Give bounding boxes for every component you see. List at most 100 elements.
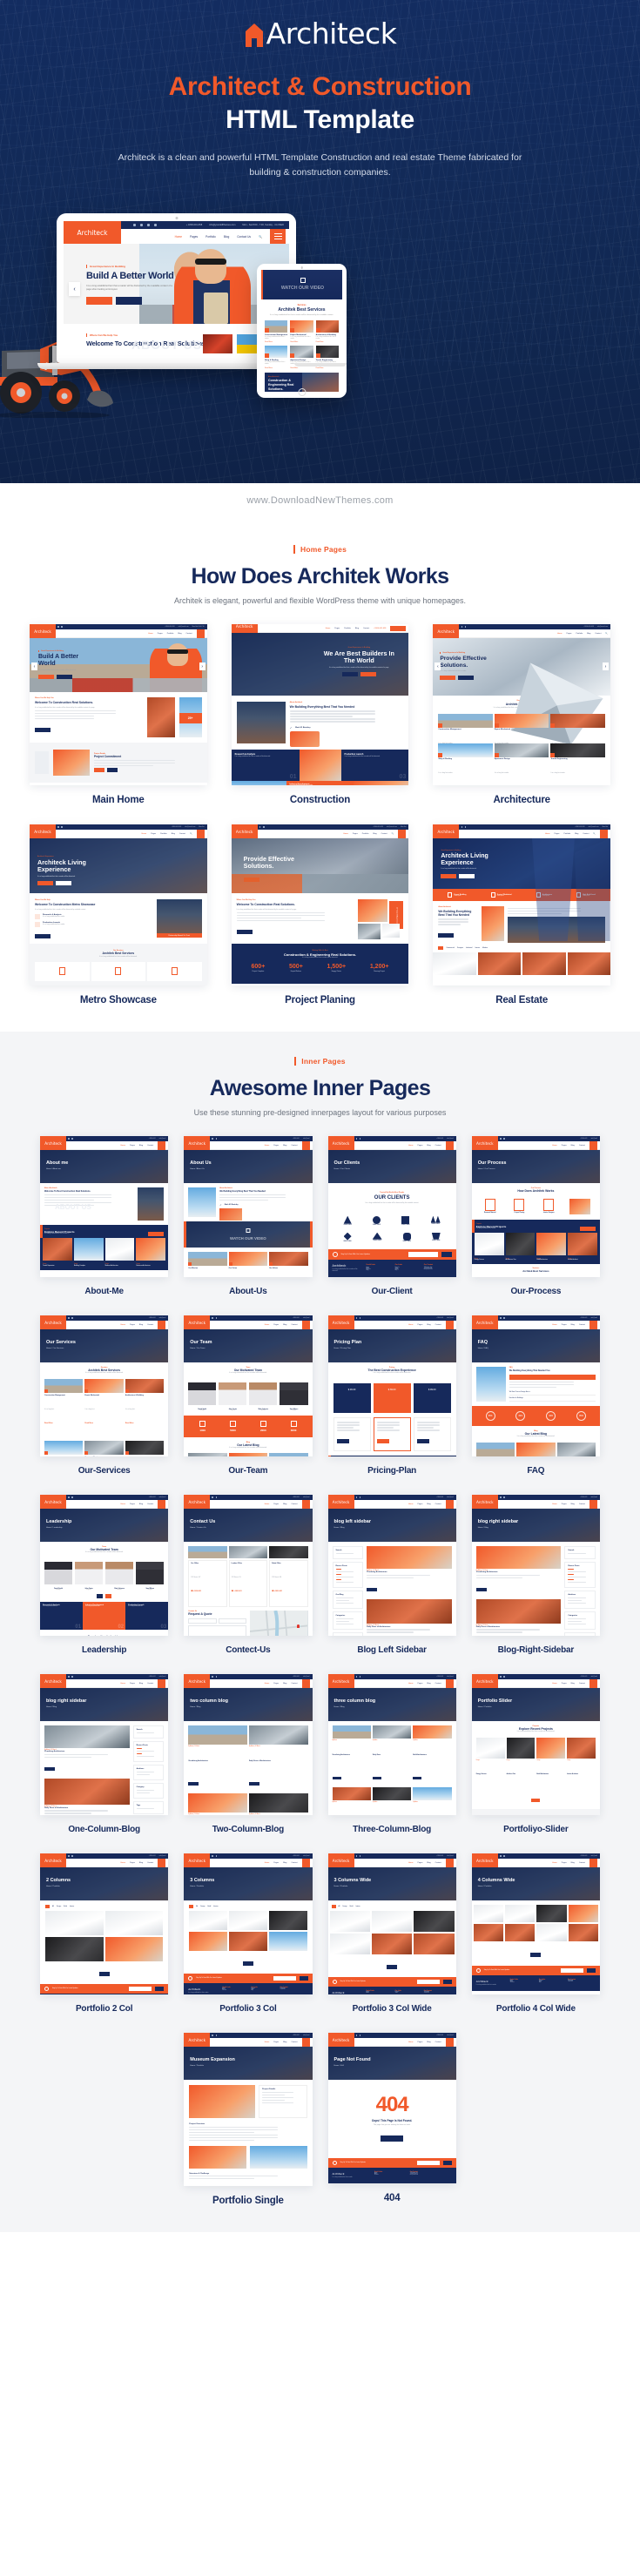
chevron-right-icon[interactable]: › <box>603 662 609 670</box>
back-to-home-button[interactable] <box>381 2135 404 2142</box>
home-card-architecture[interactable]: +1800-001-658 info@email.com Architeck Ho… <box>433 624 610 805</box>
service-card[interactable]: Shop & Roofing It is a long established f… <box>265 346 288 369</box>
inner-thumbnail[interactable]: +1800-001 info@mail Architeck Home Pages Blo… <box>40 1853 169 1994</box>
inner-card-contact-us[interactable]: +1800-001 info@mail Architeck Home Pages Blo… <box>184 1495 313 1655</box>
inner-card-two-column-blog[interactable]: +1800-001 info@mail Architeck Home Pages Blo… <box>184 1674 313 1834</box>
inner-thumbnail[interactable]: +1800-001 info@mail Architeck Home Pages Blo… <box>184 1495 313 1636</box>
inner-thumbnail[interactable]: +1800-001 info@mail Architeck Home Pages Blo… <box>327 1674 456 1815</box>
pager-dot[interactable] <box>97 1593 104 1598</box>
inner-thumbnail[interactable]: +1800-001 info@mail Architeck Home Pages Blo… <box>327 1315 456 1456</box>
home-card-main-home[interactable]: +1800-001-658 info@email.com Mon-Sat 8:00-… <box>30 624 207 805</box>
newsletter-cta[interactable]: Stay Up To Date With Our Latest Updates <box>327 1248 456 1260</box>
home-card-metro-showcase[interactable]: +1800-001-658 info@email.com Mon-Sat Archi… <box>30 824 207 1006</box>
newsletter-cta[interactable]: Stay Up To Date With Our Latest Updates <box>40 1984 169 1994</box>
explore-more-button[interactable] <box>86 297 112 305</box>
inner-thumbnail[interactable]: +1800-001 info@mail Architeck Home Pages Blo… <box>40 1495 169 1636</box>
email-input[interactable] <box>273 1976 296 1981</box>
service-card[interactable]: Expert Mechanical It is a long establishe… <box>290 320 313 343</box>
email-field[interactable] <box>218 1618 246 1624</box>
inner-card-leadership[interactable]: +1800-001 info@mail Architeck Home Pages Blo… <box>40 1495 169 1655</box>
inner-thumbnail[interactable]: +1800-001 info@mail Architeck Home Pages Blo… <box>327 1136 456 1277</box>
inner-card-blog-left-sidebar[interactable]: +1800-001 info@mail Architeck Home Pages Blo… <box>327 1495 456 1655</box>
portfolio-filter[interactable]: All Design Build Interior <box>184 1900 312 1911</box>
inner-thumbnail[interactable]: +1800-001 info@mail Architeck Home Pages Blo… <box>327 1853 456 1994</box>
home-thumbnail[interactable]: Architeck Home Pages Portfolio Blog Contact +… <box>231 624 409 785</box>
chevron-right-icon[interactable]: › <box>199 662 205 670</box>
email-input[interactable] <box>561 1968 583 1973</box>
faq-item-active[interactable] <box>509 1375 596 1381</box>
newsletter-cta[interactable]: Stay Up To Date With Our Latest Updates <box>327 1977 456 1987</box>
home-thumbnail[interactable]: +1800-001-658 info@email.com Mon-Sat 8:00-… <box>30 624 207 785</box>
search-icon[interactable]: 🔍 <box>190 832 192 835</box>
inner-card-portfolio-4-col-wide[interactable]: +1800-001 info@mail Architeck Home Pages Blo… <box>471 1853 600 2014</box>
service-card[interactable]: Construction Management It is a long esta… <box>265 320 288 343</box>
inner-thumbnail[interactable]: +1800-001 info@mail Architeck Home Pages Blo… <box>184 1315 313 1456</box>
inner-card-our-client[interactable]: +1800-001 info@mail Architeck Home Pages Blo… <box>327 1136 456 1296</box>
inner-thumbnail[interactable]: +1800-001 info@mail Architeck Home Pages Blo… <box>471 1853 600 1994</box>
menu-item-pages[interactable]: Pages <box>190 235 198 239</box>
faq-item[interactable]: We Best Choices Design Here ▾ <box>509 1389 596 1396</box>
inner-thumbnail[interactable]: +1800-001 info@mail Architeck Home Pages Blo… <box>471 1136 600 1277</box>
inner-card-about-us[interactable]: +1800-001 info@mail Architeck Home Pages Blo… <box>184 1136 313 1296</box>
inner-thumbnail[interactable]: +1800-001 info@mail Architeck Home Pages Blo… <box>40 1674 169 1815</box>
name-field[interactable] <box>188 1618 217 1624</box>
inner-card-portfolio-2-col[interactable]: +1800-001 info@mail Architeck Home Pages Blo… <box>40 1853 169 2014</box>
search-icon[interactable]: 🔍 <box>259 235 262 239</box>
home-thumbnail[interactable]: +1800-001-658 info@email.com Mon-Sat Archi… <box>231 824 409 985</box>
home-thumbnail[interactable]: +1800-001-658 info@email.com Mon-Sat Archi… <box>433 824 610 985</box>
inner-thumbnail[interactable]: +1800-001 info@mail Architeck Home Pages Blo… <box>40 1315 169 1456</box>
subscribe-button[interactable] <box>442 2161 452 2165</box>
inner-card-portfolio-3-col[interactable]: +1800-001 info@mail Architeck Home Pages Blo… <box>184 1853 313 2014</box>
pricing-card[interactable]: $ 99.00 <box>413 1382 451 1413</box>
inner-card-our-services[interactable]: +1800-001 info@mail Architeck Home Pages Blo… <box>40 1315 169 1476</box>
load-more-button[interactable] <box>242 1961 253 1966</box>
subscribe-button[interactable] <box>299 1976 308 1981</box>
menu-item-blog[interactable]: Blog <box>224 235 229 239</box>
faq-item[interactable]: Excellent In Building ▾ <box>509 1396 596 1402</box>
mockup-logo[interactable]: Architeck <box>64 221 121 244</box>
email-input[interactable] <box>408 1251 438 1257</box>
load-more-button[interactable] <box>531 1798 541 1802</box>
inner-thumbnail[interactable]: +1800-001 info@mail Architeck Home Pages Blo… <box>40 1136 169 1277</box>
menu-item-portfolio[interactable]: Portfolio <box>205 235 216 239</box>
inner-thumbnail[interactable]: +1800-001 info@mail Architeck Home Pages Blo… <box>471 1495 600 1636</box>
home-card-real-estate[interactable]: +1800-001-658 info@email.com Mon-Sat Archi… <box>433 824 610 1006</box>
play-icon[interactable] <box>246 1228 251 1233</box>
inner-thumbnail[interactable]: +1800-001 info@mail Architeck Home Pages Blo… <box>471 1674 600 1815</box>
portfolio-filter[interactable]: All Design Build Interior <box>40 1900 168 1911</box>
search-icon[interactable]: 🔍 <box>593 832 596 835</box>
chevron-left-icon[interactable]: ‹ <box>31 662 37 670</box>
inner-card-our-team[interactable]: +1800-001 info@mail Architeck Home Pages Blo… <box>184 1315 313 1476</box>
inner-thumbnail[interactable]: +1800-001 info@mail Architeck Home Pages Blo… <box>471 1315 600 1456</box>
search-icon[interactable]: 🔍 <box>605 632 608 635</box>
mockup-menu[interactable]: Home Pages Portfolio Blog Contact Us 🔍 <box>175 229 289 244</box>
service-card[interactable]: Architecture & Building It is a long esta… <box>315 320 339 343</box>
home-thumbnail[interactable]: +1800-001-658 info@email.com Architeck Ho… <box>433 624 610 785</box>
social-icons[interactable] <box>133 224 157 226</box>
inner-card-faq[interactable]: +1800-001 info@mail Architeck Home Pages Blo… <box>471 1315 600 1476</box>
inner-thumbnail[interactable]: +1800-001 info@mail Architeck Home Pages Blo… <box>184 1853 313 1994</box>
menu-item-contact[interactable]: Contact Us <box>237 235 251 239</box>
home-thumbnail[interactable]: +1800-001-658 info@email.com Mon-Sat Archi… <box>30 824 207 985</box>
home-card-construction[interactable]: Architeck Home Pages Portfolio Blog Contact +… <box>231 624 409 805</box>
get-in-touch-button[interactable] <box>116 297 142 305</box>
load-more-button[interactable] <box>387 1965 398 1969</box>
map[interactable] <box>249 1611 308 1636</box>
inner-card-portfolio-single[interactable]: +1800-001 info@mail Architeck Home Pages Blo… <box>184 2033 313 2206</box>
search-icon[interactable]: 🔍 <box>392 832 394 835</box>
inner-thumbnail[interactable]: +1800-001 info@mail Architeck Home Pages Blo… <box>327 1495 456 1636</box>
subscribe-button[interactable] <box>155 1987 165 1991</box>
load-more-button[interactable] <box>530 1953 542 1957</box>
inner-card-portfolio-slider[interactable]: +1800-001 info@mail Architeck Home Pages Blo… <box>471 1674 600 1834</box>
inner-thumbnail[interactable]: +1800-001 info@mail Architeck Home Pages Blo… <box>184 1674 313 1815</box>
newsletter-cta[interactable]: Stay Up To Date With Our Latest Updates <box>327 2158 456 2168</box>
home-card-project-planing[interactable]: +1800-001-658 info@email.com Mon-Sat Archi… <box>231 824 409 1006</box>
subscribe-button[interactable] <box>587 1968 596 1973</box>
email-input[interactable] <box>416 2161 440 2165</box>
load-more-button[interactable] <box>98 1972 110 1976</box>
chevron-left-icon[interactable]: ‹ <box>435 662 441 670</box>
chevron-left-icon[interactable]: ‹ <box>69 282 80 296</box>
menu-item-home[interactable]: Home <box>175 235 183 239</box>
newsletter-cta[interactable]: Stay Up To Date With Our Latest Updates <box>471 1966 600 1975</box>
hamburger-icon[interactable] <box>270 229 286 244</box>
